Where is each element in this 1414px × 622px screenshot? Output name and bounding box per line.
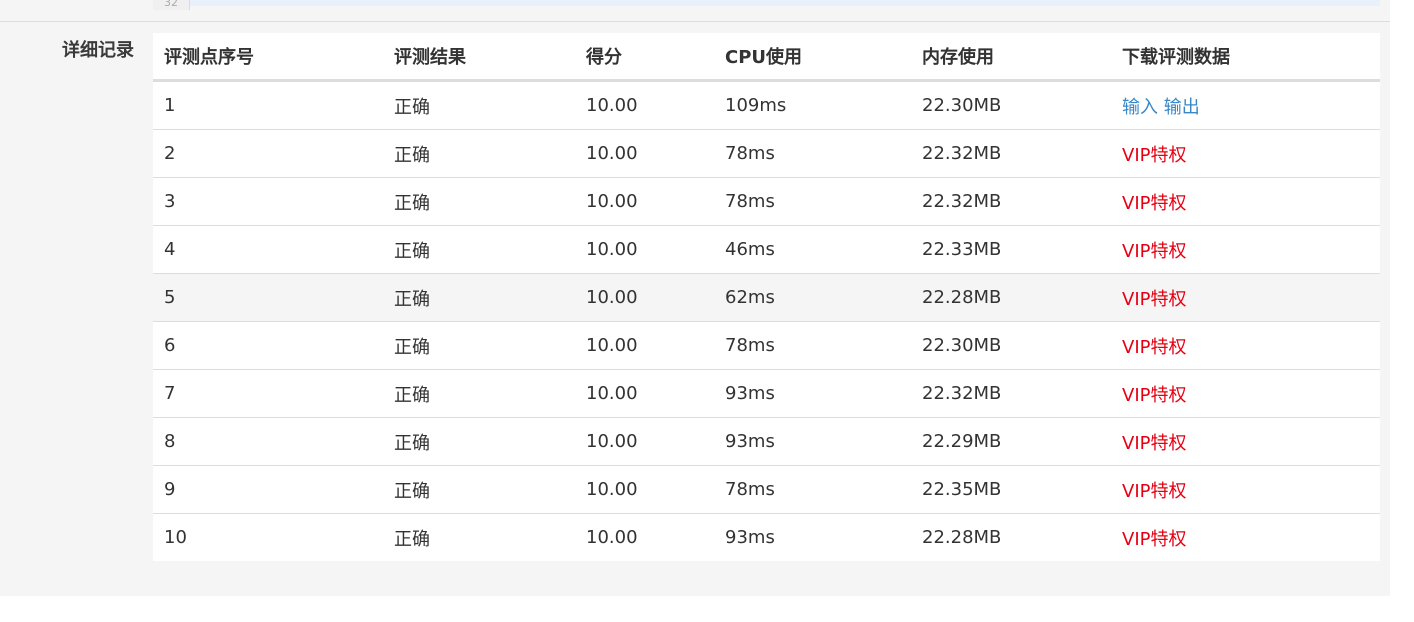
header-cpu: CPU使用 [714,33,911,82]
cell-download: VIP特权 [1111,417,1380,466]
cell-memory: 22.32MB [911,369,1111,418]
cell-download: 输入 输出 [1111,80,1380,130]
cell-download: VIP特权 [1111,321,1380,370]
cell-score: 10.00 [575,417,714,466]
cell-memory: 22.35MB [911,465,1111,514]
cell-score: 10.00 [575,80,714,130]
cell-score: 10.00 [575,129,714,178]
cell-download: VIP特权 [1111,129,1380,178]
cell-memory: 22.29MB [911,417,1111,466]
table-row: 7 正确 10.00 93ms 22.32MB VIP特权 [153,369,1380,418]
section-label: 详细记录 [62,40,134,61]
cell-index: 1 [153,80,383,130]
table-row: 10 正确 10.00 93ms 22.28MB VIP特权 [153,514,1380,562]
cell-index: 4 [153,225,383,274]
vip-privilege-link[interactable]: VIP特权 [1122,241,1186,262]
cell-result: 正确 [383,321,575,370]
table-row: 8 正确 10.00 93ms 22.29MB VIP特权 [153,417,1380,466]
cell-cpu: 78ms [714,321,911,370]
cell-index: 9 [153,465,383,514]
cell-cpu: 46ms [714,225,911,274]
cell-memory: 22.30MB [911,80,1111,130]
vip-privilege-link[interactable]: VIP特权 [1122,193,1186,214]
cell-result: 正确 [383,273,575,322]
cell-index: 3 [153,177,383,226]
cell-memory: 22.30MB [911,321,1111,370]
vip-privilege-link[interactable]: VIP特权 [1122,145,1186,166]
table-row: 5 正确 10.00 62ms 22.28MB VIP特权 [153,273,1380,322]
table-row: 3 正确 10.00 78ms 22.32MB VIP特权 [153,177,1380,226]
vip-privilege-link[interactable]: VIP特权 [1122,337,1186,358]
cell-index: 8 [153,417,383,466]
detail-panel: 32 详细记录 评测点序号 评测结果 得分 CPU使用 内存使用 下载评测数据 [0,0,1390,596]
cell-index: 5 [153,273,383,322]
cell-score: 10.00 [575,177,714,226]
header-download: 下载评测数据 [1111,33,1380,82]
table-header-row: 评测点序号 评测结果 得分 CPU使用 内存使用 下载评测数据 [153,33,1380,82]
cell-score: 10.00 [575,369,714,418]
header-memory: 内存使用 [911,33,1111,82]
cell-memory: 22.28MB [922,527,1002,548]
table-row: 9 正确 10.00 78ms 22.35MB VIP特权 [153,465,1380,514]
table-row: 2 正确 10.00 78ms 22.32MB VIP特权 [153,129,1380,178]
cell-memory: 22.33MB [911,225,1111,274]
judge-results-table: 评测点序号 评测结果 得分 CPU使用 内存使用 下载评测数据 1 正确 10.… [153,33,1380,561]
cell-score: 10.00 [575,321,714,370]
cell-memory: 22.32MB [911,129,1111,178]
cell-download: VIP特权 [1111,369,1380,418]
download-output-link[interactable]: 输出 [1164,97,1200,118]
cell-download: VIP特权 [1111,225,1380,274]
cell-download: VIP特权 [1111,177,1380,226]
cell-cpu: 78ms [714,129,911,178]
cell-cpu: 93ms [725,527,775,548]
vip-privilege-link[interactable]: VIP特权 [1122,481,1186,502]
judge-results-table-container: 评测点序号 评测结果 得分 CPU使用 内存使用 下载评测数据 1 正确 10.… [153,33,1380,561]
section-divider [0,21,1390,22]
cell-cpu: 62ms [714,273,911,322]
cell-cpu: 109ms [714,80,911,130]
cell-download: VIP特权 [1111,514,1380,562]
cell-index: 6 [153,321,383,370]
table-row: 1 正确 10.00 109ms 22.30MB 输入 输出 [153,80,1380,130]
vip-privilege-link[interactable]: VIP特权 [1122,385,1186,406]
cell-cpu: 93ms [714,369,911,418]
cell-score: 10.00 [575,465,714,514]
cell-download: VIP特权 [1111,273,1380,322]
code-editor-bottom-edge [153,0,1380,6]
line-number-gutter: 32 [153,0,190,10]
header-index: 评测点序号 [153,33,383,82]
cell-result: 正确 [383,177,575,226]
cell-score: 10.00 [575,273,714,322]
cell-index: 2 [153,129,383,178]
vip-privilege-link[interactable]: VIP特权 [1122,289,1186,310]
cell-result: 正确 [383,80,575,130]
cell-memory: 22.28MB [911,273,1111,322]
cell-result: 正确 [383,417,575,466]
cell-result: 正确 [383,225,575,274]
table-row: 4 正确 10.00 46ms 22.33MB VIP特权 [153,225,1380,274]
cell-cpu: 78ms [714,465,911,514]
cell-result: 正确 [383,369,575,418]
cell-result: 正确 [394,528,430,550]
cell-index: 7 [153,369,383,418]
cell-score: 10.00 [586,527,638,548]
cell-index: 10 [164,527,187,548]
vip-privilege-link[interactable]: VIP特权 [1122,529,1186,550]
download-input-link[interactable]: 输入 [1122,97,1158,118]
cell-cpu: 78ms [714,177,911,226]
header-result: 评测结果 [383,33,575,82]
cell-score: 10.00 [575,225,714,274]
cell-download: VIP特权 [1111,465,1380,514]
vip-privilege-link[interactable]: VIP特权 [1122,433,1186,454]
cell-result: 正确 [383,465,575,514]
header-score: 得分 [575,33,714,82]
table-row: 6 正确 10.00 78ms 22.30MB VIP特权 [153,321,1380,370]
cell-memory: 22.32MB [911,177,1111,226]
cell-cpu: 93ms [714,417,911,466]
cell-result: 正确 [383,129,575,178]
